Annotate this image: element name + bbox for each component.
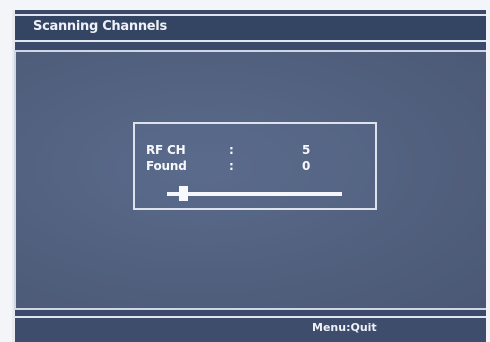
window-title: Scanning Channels	[33, 19, 167, 34]
footer-bar: Menu:Quit	[12, 316, 486, 342]
rf-channel-label: RF CH	[146, 143, 186, 157]
found-label: Found	[146, 159, 187, 173]
title-bar: Scanning Channels	[12, 14, 486, 42]
rf-channel-separator: :	[229, 143, 234, 157]
found-separator: :	[229, 159, 234, 173]
scan-progress-indicator	[178, 186, 188, 201]
found-value: 0	[302, 159, 311, 173]
menu-quit-hint: Menu:Quit	[312, 321, 377, 334]
rf-channel-value: 5	[302, 143, 311, 157]
scan-progress-bar	[167, 192, 342, 196]
tv-screen: Scanning Channels RF CH : 5 Found : 0 Me…	[0, 0, 490, 342]
